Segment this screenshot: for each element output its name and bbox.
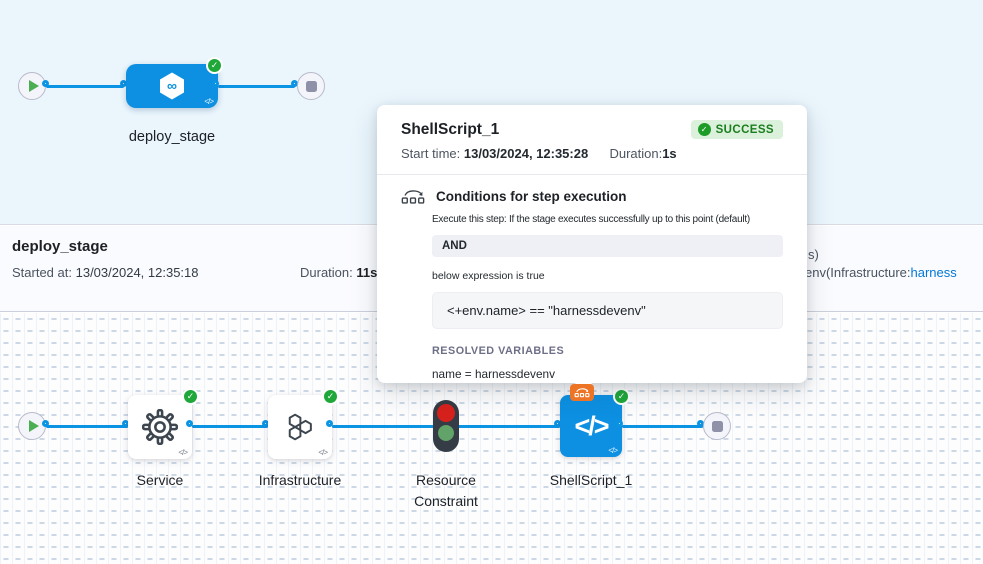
- popover-header: ShellScript_1 ✓ SUCCESS Start time: 13/0…: [377, 105, 807, 175]
- connector-port: [616, 420, 623, 427]
- expression-intro-text: below expression is true: [432, 270, 783, 282]
- cd-stage-icon: ∞: [157, 71, 187, 101]
- infrastructure-hexagons-icon: [284, 412, 316, 442]
- popover-times: Start time: 13/03/2024, 12:35:28 Duratio…: [401, 146, 783, 161]
- stage-start-node[interactable]: [18, 72, 46, 100]
- step-node-infrastructure[interactable]: </>: [268, 395, 332, 459]
- duration-value: 11s: [356, 265, 377, 280]
- step-label-resource-constraint: Resource Constraint: [405, 470, 487, 512]
- connector-port: [42, 80, 49, 87]
- connector-port: [212, 80, 219, 87]
- code-icon: </>: [178, 448, 187, 457]
- started-label: Started at:: [12, 265, 72, 280]
- step-label-infrastructure: Infrastructure: [248, 470, 352, 491]
- connector-port: [42, 420, 49, 427]
- stage-end-node[interactable]: [297, 72, 325, 100]
- conditional-execution-icon: [574, 387, 590, 398]
- connector-line: [46, 425, 128, 428]
- execute-condition-text: Execute this step: If the stage executes…: [432, 214, 783, 225]
- stage-bar-title: deploy_stage: [12, 238, 108, 255]
- steps-start-node[interactable]: [18, 412, 46, 440]
- stop-icon: [306, 81, 317, 92]
- pipeline-execution-view: ∞ </> ✓ deploy_stage deploy_stage Starte…: [0, 0, 983, 564]
- code-icon: </>: [608, 446, 617, 455]
- stage-started-at: Started at: 13/03/2024, 12:35:18: [12, 265, 199, 280]
- code-icon: </>: [318, 448, 327, 457]
- service-gear-icon: [142, 409, 178, 445]
- stage-duration: Duration: 11s: [300, 265, 377, 280]
- clipped-text: s): [808, 247, 819, 262]
- start-time-value: 13/03/2024, 12:35:28: [464, 146, 588, 161]
- traffic-red-light: [437, 404, 455, 422]
- conditional-execution-icon: [401, 188, 425, 205]
- step-label-service: Service: [118, 470, 202, 491]
- conditions-heading: Conditions for step execution: [436, 189, 627, 204]
- popover-title: ShellScript_1: [401, 121, 499, 139]
- success-check-icon: ✓: [613, 388, 630, 405]
- step-node-resource-constraint[interactable]: [433, 400, 459, 452]
- infrastructure-link[interactable]: harness: [911, 265, 957, 280]
- connector-line: [46, 85, 124, 88]
- shellscript-code-icon: </>: [574, 411, 607, 442]
- success-check-icon: ✓: [182, 388, 199, 405]
- success-check-icon: ✓: [322, 388, 339, 405]
- conditional-execution-badge[interactable]: [570, 384, 594, 401]
- resolved-variable-value: name = harnessdevenv: [432, 367, 783, 381]
- success-check-icon: ✓: [698, 123, 711, 136]
- popup-duration-label: Duration:: [609, 146, 662, 161]
- clipped-text: env(Infrastructure:harness: [805, 265, 957, 280]
- step-details-popover: ShellScript_1 ✓ SUCCESS Start time: 13/0…: [377, 105, 807, 383]
- popover-body: Conditions for step execution Execute th…: [377, 175, 807, 381]
- resolved-variables-label: RESOLVED VARIABLES: [432, 345, 783, 357]
- started-value: 13/03/2024, 12:35:18: [76, 265, 199, 280]
- expression-box: <+env.name> == "harnessdevenv": [432, 292, 783, 329]
- steps-end-node[interactable]: [703, 412, 731, 440]
- step-label-shellscript: ShellScript_1: [545, 470, 637, 491]
- popup-duration-value: 1s: [662, 146, 676, 161]
- step-node-service[interactable]: </>: [128, 395, 192, 459]
- stage-node-deploy[interactable]: ∞ </>: [126, 64, 218, 108]
- connector-line: [622, 425, 703, 428]
- duration-label: Duration:: [300, 265, 353, 280]
- start-time-label: Start time:: [401, 146, 460, 161]
- connector-port: [326, 420, 333, 427]
- success-check-icon: ✓: [206, 57, 223, 74]
- operator-chip: AND: [432, 235, 783, 257]
- stop-icon: [712, 421, 723, 432]
- svg-text:∞: ∞: [167, 78, 177, 94]
- play-icon: [29, 420, 39, 432]
- connector-line: [218, 85, 295, 88]
- stage-label: deploy_stage: [102, 129, 242, 145]
- play-icon: [29, 80, 39, 92]
- connector-line: [192, 425, 268, 428]
- clipped-text-prefix: env(Infrastructure:: [805, 265, 911, 280]
- connector-port: [186, 420, 193, 427]
- status-text: SUCCESS: [716, 124, 774, 136]
- status-badge: ✓ SUCCESS: [691, 120, 783, 139]
- code-icon: </>: [204, 97, 213, 106]
- traffic-green-light: [438, 425, 454, 441]
- step-node-shellscript[interactable]: </> </>: [560, 395, 622, 457]
